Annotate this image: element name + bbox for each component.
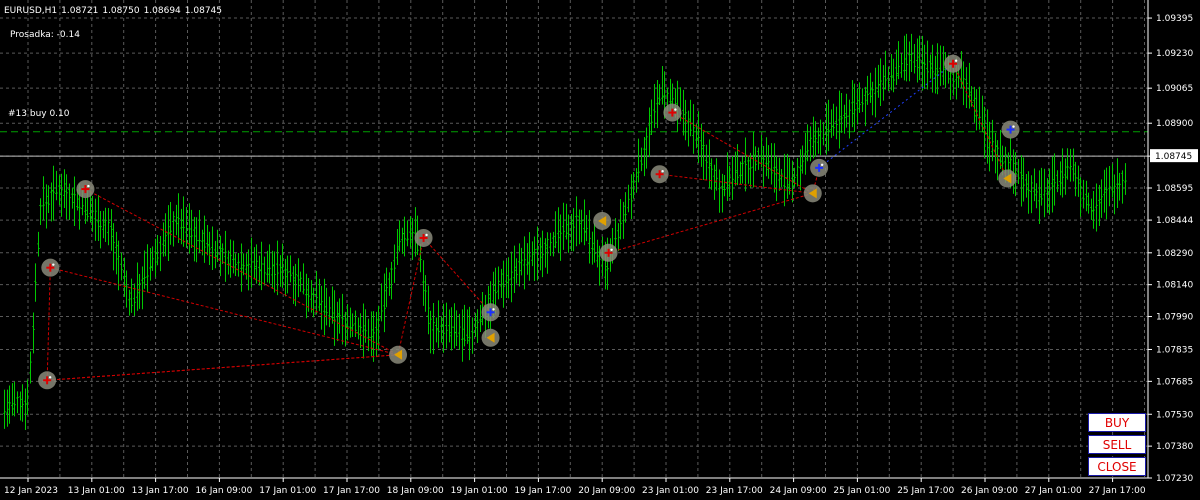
trade-entry-dot: [1012, 125, 1015, 128]
price-tick-label: 1.07230: [1156, 474, 1193, 484]
price-tick-label: 1.08444: [1156, 216, 1193, 226]
price-tick-label: 1.09230: [1156, 49, 1193, 59]
trade-entry-mark-v: [46, 376, 49, 385]
ohlc-high: 1.08750: [102, 6, 140, 16]
price-tick-label: 1.07835: [1156, 345, 1193, 355]
trade-line: [47, 354, 399, 381]
price-tick-label: 1.08290: [1156, 249, 1193, 259]
time-tick-label: 18 Jan 09:00: [387, 486, 444, 496]
time-tick-label: 13 Jan 17:00: [132, 486, 189, 496]
trade-entry-dot: [425, 233, 428, 237]
time-tick-label: 25 Jan 17:00: [897, 486, 954, 496]
time-tick-label: 23 Jan 17:00: [706, 486, 763, 496]
trade-entry-mark-v: [671, 108, 674, 117]
trade-entry-dot: [674, 108, 677, 111]
trade-entry-dot: [661, 170, 664, 173]
time-tick-label: 16 Jan 09:00: [195, 486, 252, 496]
current-price-label: 1.08745: [1155, 152, 1192, 162]
time-tick-label: 20 Jan 09:00: [578, 486, 635, 496]
drawdown-label: Prosadka: -0.14: [10, 30, 80, 40]
trade-entry-mark-v: [818, 163, 821, 172]
trade-entry-mark-v: [1009, 125, 1012, 134]
trade-line: [85, 188, 399, 356]
trade-entry-mark-v: [607, 248, 610, 257]
time-tick-label: 13 Jan 01:00: [68, 486, 125, 496]
ohlc-open: 1.08721: [61, 6, 99, 16]
time-tick-label: 17 Jan 17:00: [323, 486, 380, 496]
price-tick-label: 1.07530: [1156, 410, 1193, 420]
time-tick-label: 27 Jan 01:00: [1025, 486, 1082, 496]
buy-button[interactable]: BUY: [1088, 413, 1146, 432]
trade-entry-mark-v: [489, 308, 492, 317]
trade-entry-dot: [492, 308, 495, 311]
symbol-timeframe: EURUSD,H1: [4, 6, 58, 16]
trade-entry-dot: [87, 184, 90, 188]
time-tick-label: 17 Jan 01:00: [259, 486, 316, 496]
trade-entry-mark-v: [422, 233, 425, 242]
price-tick-label: 1.08595: [1156, 184, 1193, 194]
price-tick-label: 1.09395: [1156, 14, 1193, 24]
chart-window[interactable]: 1.09395 1.09230 1.09065 1.08900 1.08745 1.085…: [0, 0, 1200, 500]
time-tick-label: 12 Jan 2023: [4, 486, 58, 496]
trade-line: [608, 192, 813, 254]
price-tick-label: 1.07685: [1156, 377, 1193, 387]
sell-button[interactable]: SELL: [1088, 435, 1146, 454]
trade-entry-dot: [52, 263, 55, 266]
trade-entry-mark-v: [49, 263, 52, 272]
trade-entry-dot: [820, 163, 824, 167]
price-tick-label: 1.08140: [1156, 281, 1193, 291]
trade-entry-mark-v: [658, 170, 661, 179]
time-tick-label: 27 Jan 17:00: [1089, 486, 1146, 496]
price-tick-label: 1.07990: [1156, 313, 1193, 323]
close-button[interactable]: CLOSE: [1088, 457, 1146, 476]
order-line-label: #13 buy 0.10: [8, 109, 70, 119]
time-tick-label: 23 Jan 01:00: [642, 486, 699, 496]
price-tick-label: 1.09065: [1156, 84, 1193, 94]
ohlc-low: 1.08694: [143, 6, 181, 16]
trade-entry-mark-v: [952, 59, 955, 68]
trade-entry-dot: [48, 376, 52, 379]
price-tick-label: 1.07380: [1156, 442, 1193, 452]
trade-entry-dot: [954, 59, 958, 62]
symbol-info: EURUSD,H1 1.08721 1.08750 1.08694 1.08745: [4, 6, 226, 16]
price-chart[interactable]: 1.09395 1.09230 1.09065 1.08900 1.08745 1.085…: [0, 0, 1200, 500]
time-tick-label: 19 Jan 01:00: [451, 486, 508, 496]
ohlc-close: 1.08745: [184, 6, 222, 16]
trade-entry-dot: [610, 248, 613, 252]
time-tick-label: 26 Jan 09:00: [961, 486, 1018, 496]
time-tick-label: 19 Jan 17:00: [514, 486, 571, 496]
trade-line: [423, 237, 491, 313]
time-tick-label: 25 Jan 01:00: [833, 486, 890, 496]
time-tick-label: 24 Jan 09:00: [770, 486, 827, 496]
trade-entry-mark-v: [84, 185, 87, 194]
candles: [3, 33, 1127, 431]
price-tick-label: 1.08900: [1156, 119, 1193, 129]
